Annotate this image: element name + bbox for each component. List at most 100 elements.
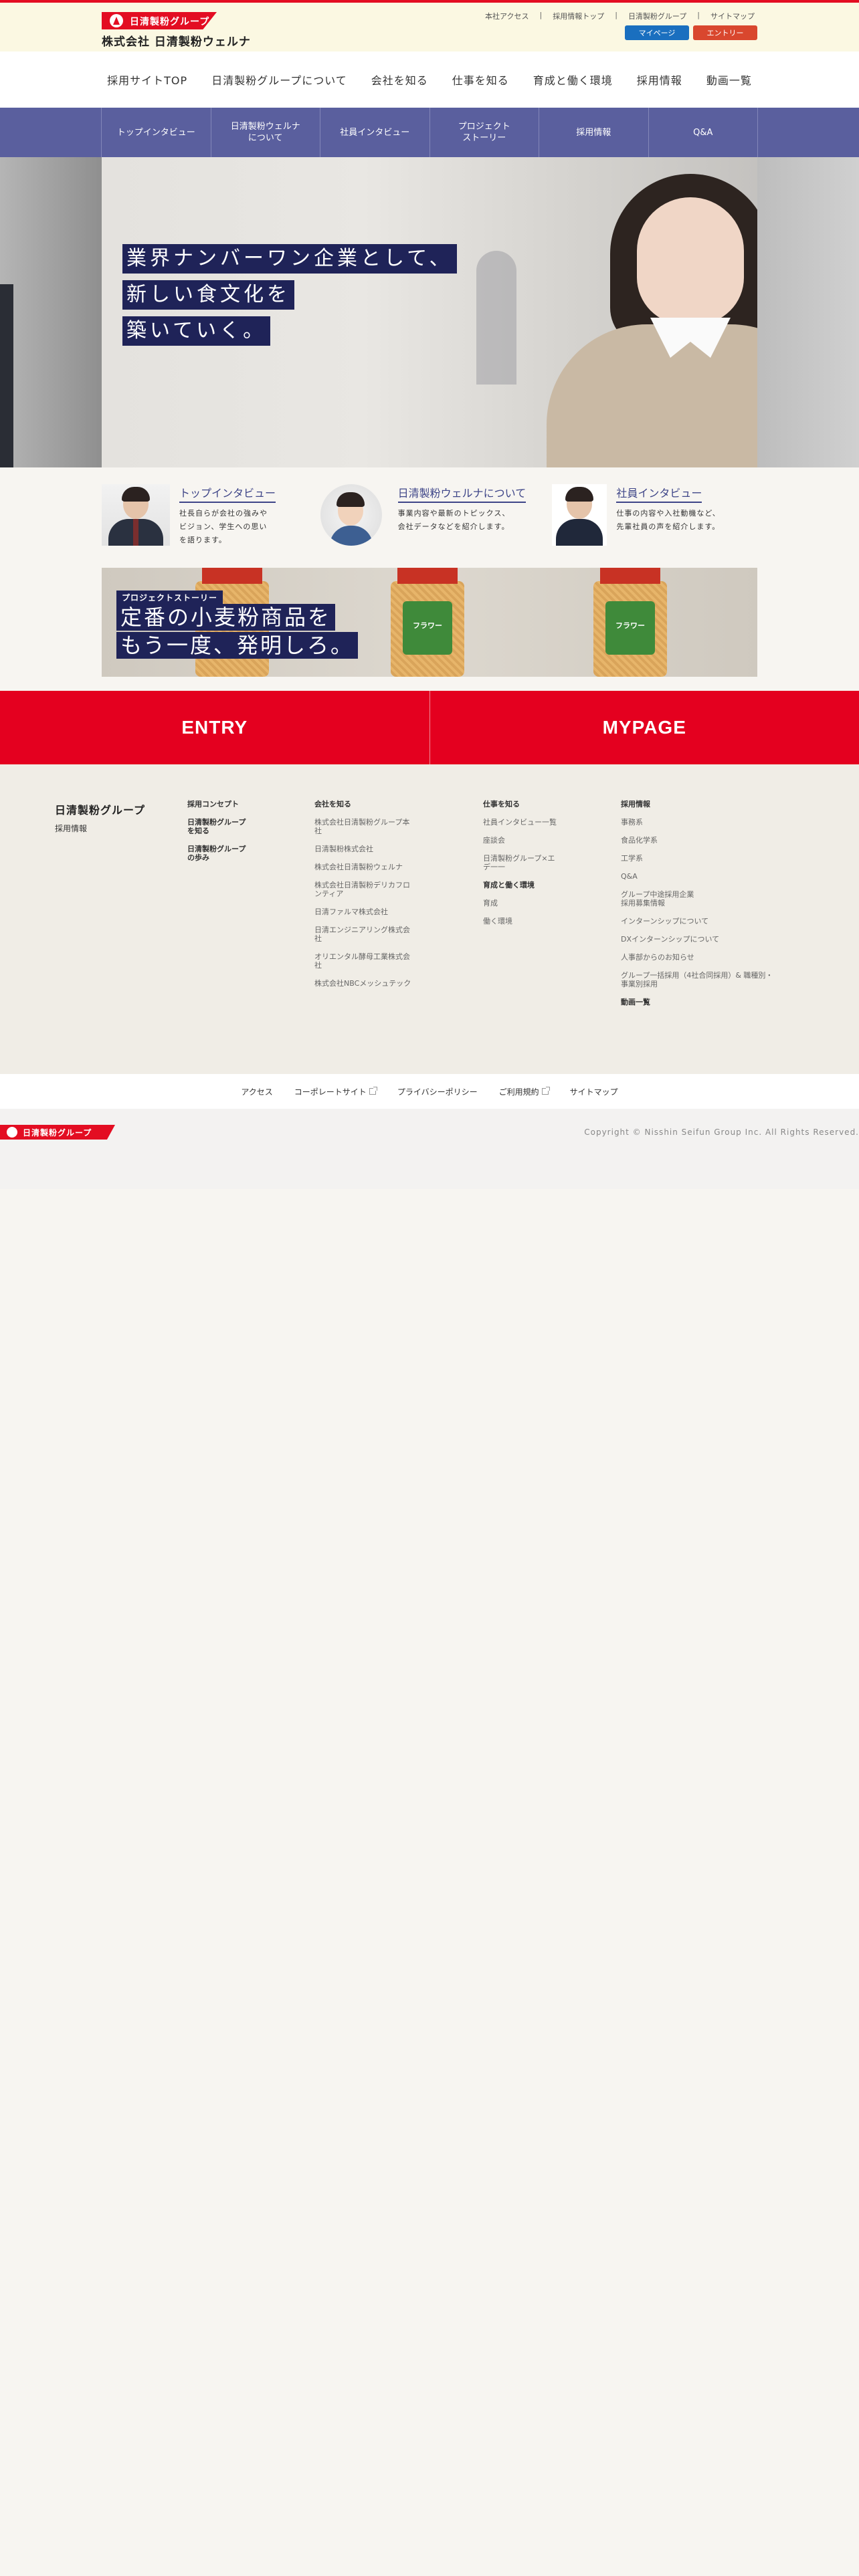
footer-brand[interactable]: 日清製粉グループ 採用情報: [55, 801, 145, 834]
feature-card-about-welna[interactable]: 日清製粉ウェルナについて 事業内容や最新のトピックス、 会社データなどを紹介しま…: [320, 480, 539, 547]
hero-background-figure: [476, 251, 516, 385]
footer-link[interactable]: 食品化学系: [621, 836, 815, 845]
jar-lid: [202, 568, 262, 584]
nav-item-about-group[interactable]: 日清製粉グループについて: [199, 72, 359, 88]
external-link-icon: [541, 1087, 550, 1095]
footer-link[interactable]: 人事部からのお知らせ: [621, 953, 815, 962]
feature-card-title[interactable]: 社員インタビュー: [616, 484, 702, 503]
nav-item-recruit-top[interactable]: 採用サイトTOP: [95, 72, 199, 88]
hero-person-face: [637, 197, 744, 324]
project-story-banner[interactable]: フラワー フラワー プロジェクトストーリー 定番の小麦粉商品を もう一度、発明し…: [102, 568, 757, 677]
feature-card-title[interactable]: 日清製粉ウェルナについて: [397, 484, 527, 503]
photo-suit: [556, 519, 603, 546]
feature-card-staff-interview[interactable]: 社員インタビュー 仕事の内容や入社動機など、 先輩社員の声を紹介します。: [539, 480, 757, 547]
hero-prev-person-image: [0, 284, 13, 467]
footer-link[interactable]: DXインターンシップについて: [621, 935, 815, 944]
kids-eating-photo: [320, 484, 382, 546]
footer-link[interactable]: 株式会社日清製粉デリカフロ ンティア: [314, 881, 428, 898]
project-tag: プロジェクトストーリー: [116, 591, 223, 605]
subnav-recruitment[interactable]: 採用情報: [539, 108, 648, 157]
footer-col-recruitment: 採用情報 事務系 食品化学系 工学系 Q&A グループ中途採用企業 採用募集情報…: [621, 800, 815, 1016]
logo-circle-icon: [110, 14, 123, 27]
footer-link[interactable]: 株式会社NBCメッシュテック: [314, 979, 428, 988]
footer-group-logo-text: 日清製粉グループ: [23, 1128, 92, 1138]
util-link-sitemap[interactable]: サイトマップ: [708, 11, 757, 21]
hero-line-3: 築いていく。: [122, 316, 271, 346]
util-link-group[interactable]: 日清製粉グループ: [626, 11, 689, 21]
bottom-link-label: コーポレートサイト: [294, 1087, 367, 1097]
staff-photo: [552, 484, 607, 546]
bottom-link-privacy[interactable]: プライバシーポリシー: [387, 1086, 488, 1097]
cta-entry-button[interactable]: ENTRY: [0, 691, 430, 764]
entry-button[interactable]: エントリー: [693, 25, 757, 40]
util-link-recruit-top[interactable]: 採用情報トップ: [550, 11, 607, 21]
bottom-link-label: ご利用規約: [498, 1087, 539, 1097]
footer-link[interactable]: 日清製粉グループ×エ デ一一: [483, 854, 583, 871]
nav-item-recruitment[interactable]: 採用情報: [625, 72, 694, 88]
footer-col-work: 仕事を知る 社員インタビュー一覧 座談会 日清製粉グループ×エ デ一一 育成と働…: [483, 800, 583, 935]
footer-col-heading[interactable]: 仕事を知る: [483, 800, 583, 809]
footer-link[interactable]: 日清製粉グループ を知る: [187, 818, 246, 835]
footer-link[interactable]: 働く環境: [483, 917, 583, 926]
bottom-link-label: アクセス: [241, 1087, 273, 1097]
feature-card-desc: 仕事の内容や入社動機など、 先輩社員の声を紹介します。: [616, 509, 721, 531]
photo-shirt: [329, 526, 373, 546]
subnav-about-welna[interactable]: 日清製粉ウェルナ について: [210, 108, 320, 157]
nav-item-environment[interactable]: 育成と働く環境: [521, 72, 625, 88]
jar-label-text: フラワー: [413, 621, 442, 630]
footer-col-heading[interactable]: 動画一覧: [621, 998, 815, 1006]
nav-item-videos[interactable]: 動画一覧: [694, 72, 764, 88]
nav-item-work[interactable]: 仕事を知る: [440, 72, 521, 88]
footer-link[interactable]: 日清製粉グループ の歩み: [187, 845, 246, 862]
footer-link[interactable]: 座談会: [483, 836, 583, 845]
footer-link[interactable]: 株式会社日清製粉グループ本 社: [314, 818, 428, 835]
footer-link[interactable]: 日清ファルマ株式会社: [314, 907, 428, 916]
util-link-access[interactable]: 本社アクセス: [482, 11, 531, 21]
logo-company-text: 株式会社 日清製粉ウェルナ: [102, 35, 251, 49]
footer-link[interactable]: 工学系: [621, 854, 815, 863]
footer-link[interactable]: 社員インタビュー一覧: [483, 818, 583, 827]
hero-copy: 業界ナンバーワン企業として、 新しい食文化を 築いていく。: [122, 244, 457, 352]
bottom-link-terms[interactable]: ご利用規約: [488, 1086, 559, 1097]
footer-link[interactable]: グループ一括採用（4社合同採用）& 職種別・ 事業別採用: [621, 971, 815, 988]
hero-next-slide[interactable]: [757, 157, 859, 467]
footer-link[interactable]: 採用コンセプト: [187, 800, 246, 809]
bottom-link-access[interactable]: アクセス: [230, 1086, 283, 1097]
footer-col-heading[interactable]: 会社を知る: [314, 800, 428, 809]
footer-group-logo[interactable]: 日清製粉グループ: [0, 1125, 115, 1140]
bottom-link-corporate[interactable]: コーポレートサイト: [284, 1086, 387, 1097]
footer-link[interactable]: インターンシップについて: [621, 917, 815, 926]
footer-col-heading[interactable]: 育成と働く環境: [483, 881, 583, 889]
subnav-staff-interview[interactable]: 社員インタビュー: [320, 108, 430, 157]
footer-link[interactable]: グループ中途採用企業 採用募集情報: [621, 890, 815, 907]
footer-link[interactable]: 日清エンジニアリング株式会 社: [314, 926, 428, 943]
jar-lid: [600, 568, 660, 584]
hero-prev-slide[interactable]: [0, 157, 102, 467]
hero-slider[interactable]: 業界ナンバーワン企業として、 新しい食文化を 築いていく。: [0, 157, 859, 467]
footer-link[interactable]: 育成: [483, 899, 583, 907]
nav-item-company[interactable]: 会社を知る: [359, 72, 440, 88]
site-footer: 日清製粉グループ 採用情報 採用コンセプト 日清製粉グループ を知る 日清製粉グ…: [0, 764, 859, 1074]
mypage-button[interactable]: マイページ: [625, 25, 689, 40]
cta-mypage-button[interactable]: MYPAGE: [430, 691, 859, 764]
footer-link[interactable]: オリエンタル酵母工業株式会 社: [314, 952, 428, 970]
hero-line-2: 新しい食文化を: [122, 280, 294, 310]
cta-bar: ENTRY MYPAGE: [0, 691, 859, 764]
footer-col-heading[interactable]: 採用情報: [621, 800, 815, 809]
subnav-project-story[interactable]: プロジェクト ストーリー: [429, 108, 539, 157]
site-logo[interactable]: 日清製粉グループ 株式会社 日清製粉ウェルナ: [102, 12, 256, 49]
footer-link[interactable]: 日清製粉株式会社: [314, 845, 428, 853]
footer-link[interactable]: Q&A: [621, 872, 815, 881]
subnav-top-interview[interactable]: トップインタビュー: [101, 108, 211, 157]
util-separator: |: [539, 11, 543, 19]
sub-nav: トップインタビュー 日清製粉ウェルナ について 社員インタビュー プロジェクト …: [101, 108, 758, 157]
feature-card-top-interview[interactable]: トップインタビュー 社長自らが会社の強みや ビジョン、学生への思い を語ります。: [102, 480, 320, 547]
jar-lid: [397, 568, 458, 584]
footer-link[interactable]: 株式会社日清製粉ウェルナ: [314, 863, 428, 871]
logo-mark: 日清製粉グループ: [102, 12, 217, 29]
feature-card-title[interactable]: トップインタビュー: [179, 484, 276, 503]
footer-link[interactable]: 事務系: [621, 818, 815, 827]
subnav-qa[interactable]: Q&A: [648, 108, 758, 157]
utility-links: 本社アクセス | 採用情報トップ | 日清製粉グループ | サイトマップ: [482, 11, 757, 21]
bottom-link-sitemap[interactable]: サイトマップ: [559, 1086, 629, 1097]
